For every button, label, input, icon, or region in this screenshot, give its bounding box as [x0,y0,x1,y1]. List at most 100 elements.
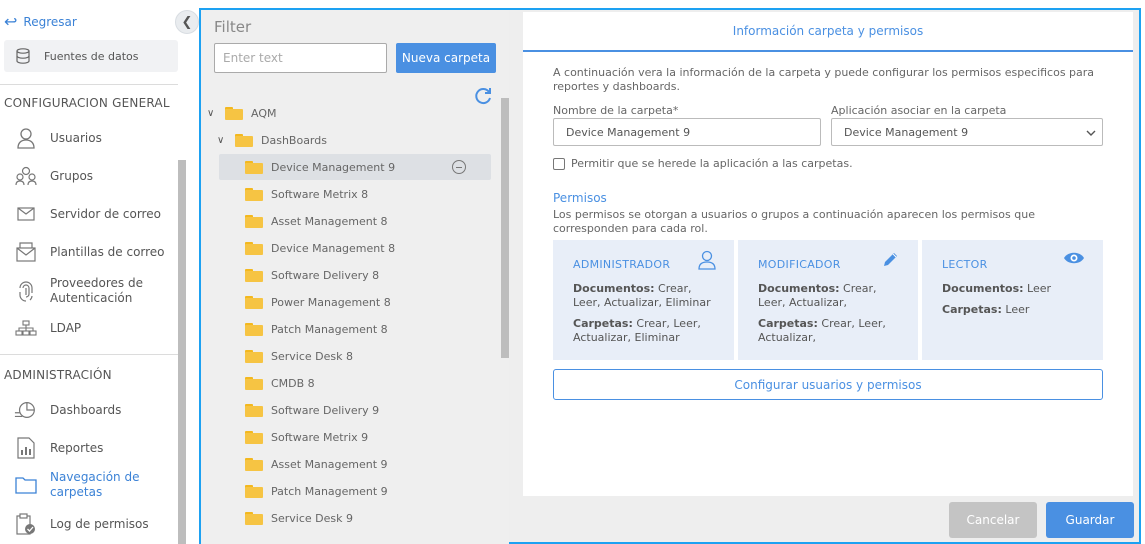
sidebar-item-label: Dashboards [50,402,122,417]
sidebar-item-ldap[interactable]: LDAP [14,316,174,340]
tree-node-item[interactable]: Device Management 8 [245,237,395,259]
chevron-down-icon [1086,127,1096,140]
folder-icon [245,268,263,282]
tree-node-item[interactable]: Software Metrix 9 [245,426,368,448]
user-icon [14,126,38,150]
refresh-icon[interactable] [473,86,493,110]
sidebar-item-groups[interactable]: Grupos [14,164,174,188]
sidebar-item-data-sources[interactable]: Fuentes de datos [4,40,178,72]
role-folders-permissions: Carpetas: Leer [942,303,1030,316]
folder-icon [235,133,253,147]
tree-node-item[interactable]: Service Desk 8 [245,345,353,367]
role-title: LECTOR [942,258,988,271]
tree-node-label: Software Metrix 9 [271,430,369,444]
details-description: A continuación vera la información de la… [553,66,1095,93]
sidebar-item-dashboards[interactable]: Dashboards [14,398,174,422]
cancel-button[interactable]: Cancelar [949,502,1037,538]
ldap-icon [14,316,38,340]
sidebar-scrollbar[interactable] [178,160,186,544]
chevron-down-icon: ∨ [207,107,215,119]
role-card-admin: ADMINISTRADOR Documentos: Crear, Leer, A… [553,240,734,360]
collapse-sidebar-button[interactable]: ❮ [175,10,199,34]
role-docs-permissions: Documentos: Crear, Leer, Actualizar, [758,282,877,309]
tree-node-item[interactable]: Patch Management 8 [245,318,388,340]
mail-icon [14,202,38,226]
tree-node-label: Power Management 8 [271,295,391,309]
app-select[interactable]: Device Management 9 [831,118,1103,146]
sidebar-item-mail-templates[interactable]: Plantillas de correo [14,240,174,264]
checkbox-box[interactable] [553,157,565,170]
sidebar-item-users[interactable]: Usuarios [14,126,174,150]
folder-icon [245,214,263,228]
role-docs-permissions: Documentos: Leer [942,282,1052,295]
tree-node-label: Service Desk 9 [271,511,353,525]
folder-icon [245,160,263,174]
role-folders-permissions: Carpetas: Crear, Leer, Actualizar, [758,317,886,344]
tree-node-label: Software Delivery 8 [271,268,380,282]
tree-node-label: DashBoards [261,133,327,147]
back-link[interactable]: ↩ Regresar [4,14,77,30]
filter-input[interactable] [214,43,387,73]
sidebar-item-mail-server[interactable]: Servidor de correo [14,202,174,226]
tree-node-item[interactable]: Device Management 9 [245,156,395,178]
remove-circle-icon[interactable] [452,160,466,174]
folder-icon [245,430,263,444]
folder-icon [245,322,263,336]
new-folder-button[interactable]: Nueva carpeta [396,43,496,73]
tree-node-dashboards[interactable]: ∨ DashBoards [217,129,327,151]
sidebar-item-label: Grupos [50,168,94,183]
sidebar-item-label: Fuentes de datos [44,49,139,63]
tree-node-item[interactable]: Service Desk 9 [245,507,353,529]
sidebar-item-reports[interactable]: Reportes [14,436,174,460]
sidebar-item-label: Navegación de carpetas [50,470,140,499]
section-general-title: CONFIGURACION GENERAL [4,96,170,110]
chevron-left-icon: ❮ [181,14,193,30]
tree-node-item[interactable]: Software Metrix 8 [245,183,368,205]
tree-node-label: Software Delivery 9 [271,403,380,417]
folder-icon [245,457,263,471]
role-card-reader: LECTOR Documentos: Leer Carpetas: Leer [922,240,1103,360]
folder-name-input[interactable]: Device Management 9 [553,118,821,146]
folder-icon [245,484,263,498]
folder-icon [245,187,263,201]
role-docs-permissions: Documentos: Crear, Leer, Actualizar, Eli… [573,282,711,309]
group-icon [14,164,38,188]
sidebar-item-label: Log de permisos [50,516,149,531]
sidebar-item-auth-providers[interactable]: Proveedores de Autenticación [14,276,174,306]
sidebar-item-label: LDAP [50,320,82,335]
tree-node-root[interactable]: ∨ AQM [207,102,276,124]
sidebar-item-label: Plantillas de correo [50,244,165,259]
folder-icon [245,403,263,417]
tree-node-item[interactable]: CMDB 8 [245,372,315,394]
role-title: ADMINISTRADOR [573,258,671,271]
tree-node-item[interactable]: Asset Management 8 [245,210,388,232]
tree-node-item[interactable]: Software Delivery 8 [245,264,379,286]
folder-icon [245,376,263,390]
tree-node-item[interactable]: Software Delivery 9 [245,399,379,421]
mail-template-icon [14,240,38,264]
app-label: Aplicación asociar en la carpeta [831,104,1007,117]
save-button[interactable]: Guardar [1046,502,1134,538]
tree-node-label: Service Desk 8 [271,349,353,363]
tree-node-item[interactable]: Power Management 8 [245,291,391,313]
inherit-checkbox[interactable]: Permitir que se herede la aplicación a l… [553,157,853,170]
user-icon [698,250,716,274]
back-arrow-icon: ↩ [4,12,18,31]
tree-node-label: Device Management 8 [271,241,396,255]
folder-name-label: Nombre de la carpeta* [553,104,679,117]
configure-permissions-button[interactable]: Configurar usuarios y permisos [553,369,1103,400]
tree-node-item[interactable]: Asset Management 9 [245,453,388,475]
details-header: Información carpeta y permisos [523,12,1133,52]
chevron-down-icon: ∨ [217,134,225,146]
sidebar-item-label: Proveedores de Autenticación [50,276,143,305]
folder-icon [225,106,243,120]
folder-icon [245,241,263,255]
pencil-icon [882,250,900,272]
tree-node-item[interactable]: Patch Management 9 [245,480,388,502]
folder-scrollbar[interactable] [501,98,509,358]
sidebar-item-permission-log[interactable]: Log de permisos [14,512,174,536]
sidebar: ↩ Regresar Fuentes de datos CONFIGURACIO… [0,0,190,544]
sidebar-item-folder-navigation[interactable]: Navegación de carpetas [14,470,174,500]
tree-node-label: Device Management 9 [271,160,396,174]
sidebar-item-label: Servidor de correo [50,206,161,221]
